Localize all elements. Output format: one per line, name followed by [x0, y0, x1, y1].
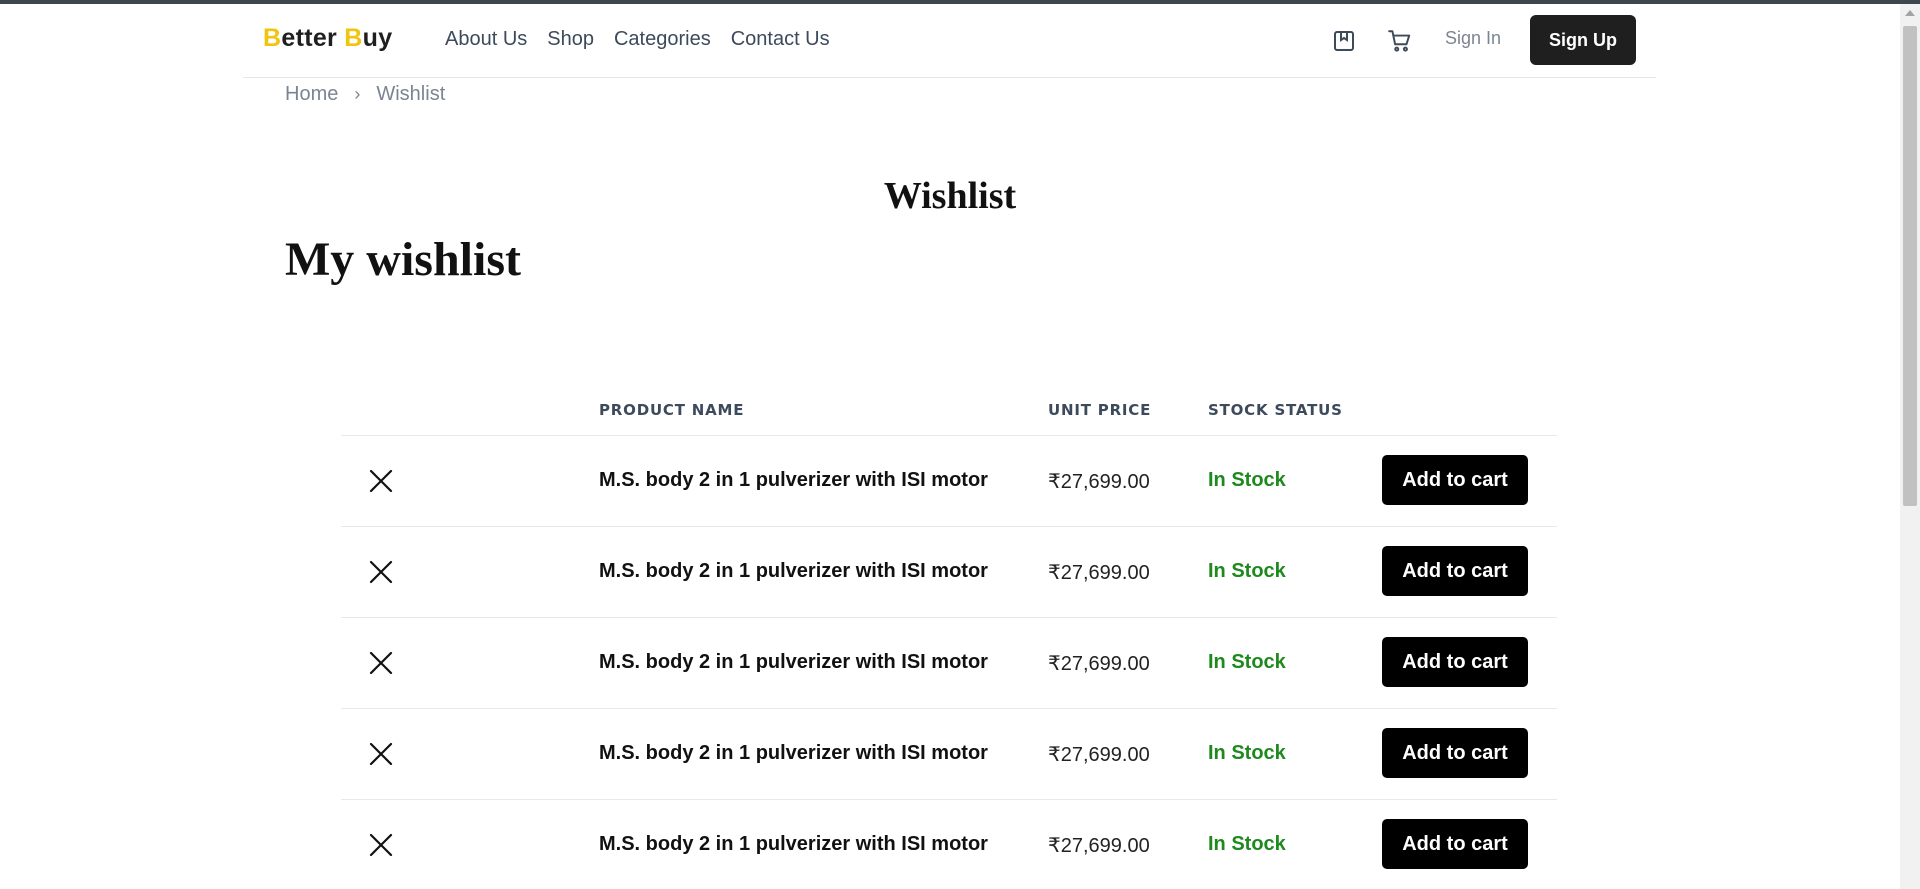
page: Better Buy About Us Shop Categories Cont…: [0, 4, 1900, 889]
unit-price: ₹27,699.00: [1048, 653, 1150, 675]
remove-close-icon[interactable]: [367, 831, 395, 859]
table-row: M.S. body 2 in 1 pulverizer with ISI mot…: [341, 618, 1557, 709]
scroll-up-arrow-icon[interactable]: [1905, 10, 1915, 16]
logo-text-1: etter: [281, 24, 345, 52]
stock-status: In Stock: [1208, 560, 1286, 582]
table-row: M.S. body 2 in 1 pulverizer with ISI mot…: [341, 527, 1557, 618]
add-to-cart-button[interactable]: Add to cart: [1382, 819, 1528, 869]
site-header: Better Buy About Us Shop Categories Cont…: [243, 4, 1656, 78]
table-row: M.S. body 2 in 1 pulverizer with ISI mot…: [341, 436, 1557, 527]
header-unit-price: UNIT PRICE: [1048, 401, 1152, 419]
table-header: PRODUCT NAME UNIT PRICE STOCK STATUS: [341, 392, 1557, 436]
nav-about-us[interactable]: About Us: [445, 28, 527, 51]
add-to-cart-button[interactable]: Add to cart: [1382, 546, 1528, 596]
breadcrumb-home[interactable]: Home: [285, 83, 338, 106]
sign-in-link[interactable]: Sign In: [1445, 28, 1501, 49]
brand-logo[interactable]: Better Buy: [263, 24, 392, 53]
stock-status: In Stock: [1208, 742, 1286, 764]
product-name[interactable]: M.S. body 2 in 1 pulverizer with ISI mot…: [599, 742, 988, 765]
table-row: M.S. body 2 in 1 pulverizer with ISI mot…: [341, 800, 1557, 889]
main-nav: About Us Shop Categories Contact Us: [445, 28, 830, 51]
unit-price: ₹27,699.00: [1048, 744, 1150, 766]
add-to-cart-button[interactable]: Add to cart: [1382, 728, 1528, 778]
unit-price: ₹27,699.00: [1048, 562, 1150, 584]
stock-status: In Stock: [1208, 651, 1286, 673]
product-name[interactable]: M.S. body 2 in 1 pulverizer with ISI mot…: [599, 469, 988, 492]
sign-up-button[interactable]: Sign Up: [1530, 15, 1636, 65]
table-row: M.S. body 2 in 1 pulverizer with ISI mot…: [341, 709, 1557, 800]
header-stock-status: STOCK STATUS: [1208, 401, 1343, 419]
add-to-cart-button[interactable]: Add to cart: [1382, 637, 1528, 687]
logo-letter-b2: B: [344, 24, 363, 52]
bookmark-icon[interactable]: [1329, 26, 1359, 56]
unit-price: ₹27,699.00: [1048, 835, 1150, 857]
remove-close-icon[interactable]: [367, 558, 395, 586]
cart-icon[interactable]: [1385, 26, 1415, 56]
product-name[interactable]: M.S. body 2 in 1 pulverizer with ISI mot…: [599, 833, 988, 856]
chevron-right-icon: ›: [354, 84, 361, 104]
wishlist-table: PRODUCT NAME UNIT PRICE STOCK STATUS M.S…: [341, 392, 1557, 889]
product-name[interactable]: M.S. body 2 in 1 pulverizer with ISI mot…: [599, 560, 988, 583]
logo-text-2: uy: [362, 24, 393, 52]
nav-shop[interactable]: Shop: [547, 28, 594, 51]
remove-close-icon[interactable]: [367, 649, 395, 677]
nav-categories[interactable]: Categories: [614, 28, 711, 51]
stock-status: In Stock: [1208, 833, 1286, 855]
breadcrumb: Home › Wishlist: [285, 83, 445, 106]
unit-price: ₹27,699.00: [1048, 471, 1150, 493]
section-title: My wishlist: [285, 233, 522, 286]
add-to-cart-button[interactable]: Add to cart: [1382, 455, 1528, 505]
header-product-name: PRODUCT NAME: [599, 401, 745, 419]
remove-close-icon[interactable]: [367, 467, 395, 495]
nav-contact-us[interactable]: Contact Us: [731, 28, 830, 51]
remove-close-icon[interactable]: [367, 740, 395, 768]
logo-letter-b1: B: [263, 24, 282, 52]
page-title: Wishlist: [883, 175, 1017, 217]
stock-status: In Stock: [1208, 469, 1286, 491]
breadcrumb-current: Wishlist: [376, 83, 446, 105]
scrollbar-thumb[interactable]: [1903, 26, 1917, 506]
product-name[interactable]: M.S. body 2 in 1 pulverizer with ISI mot…: [599, 651, 988, 674]
